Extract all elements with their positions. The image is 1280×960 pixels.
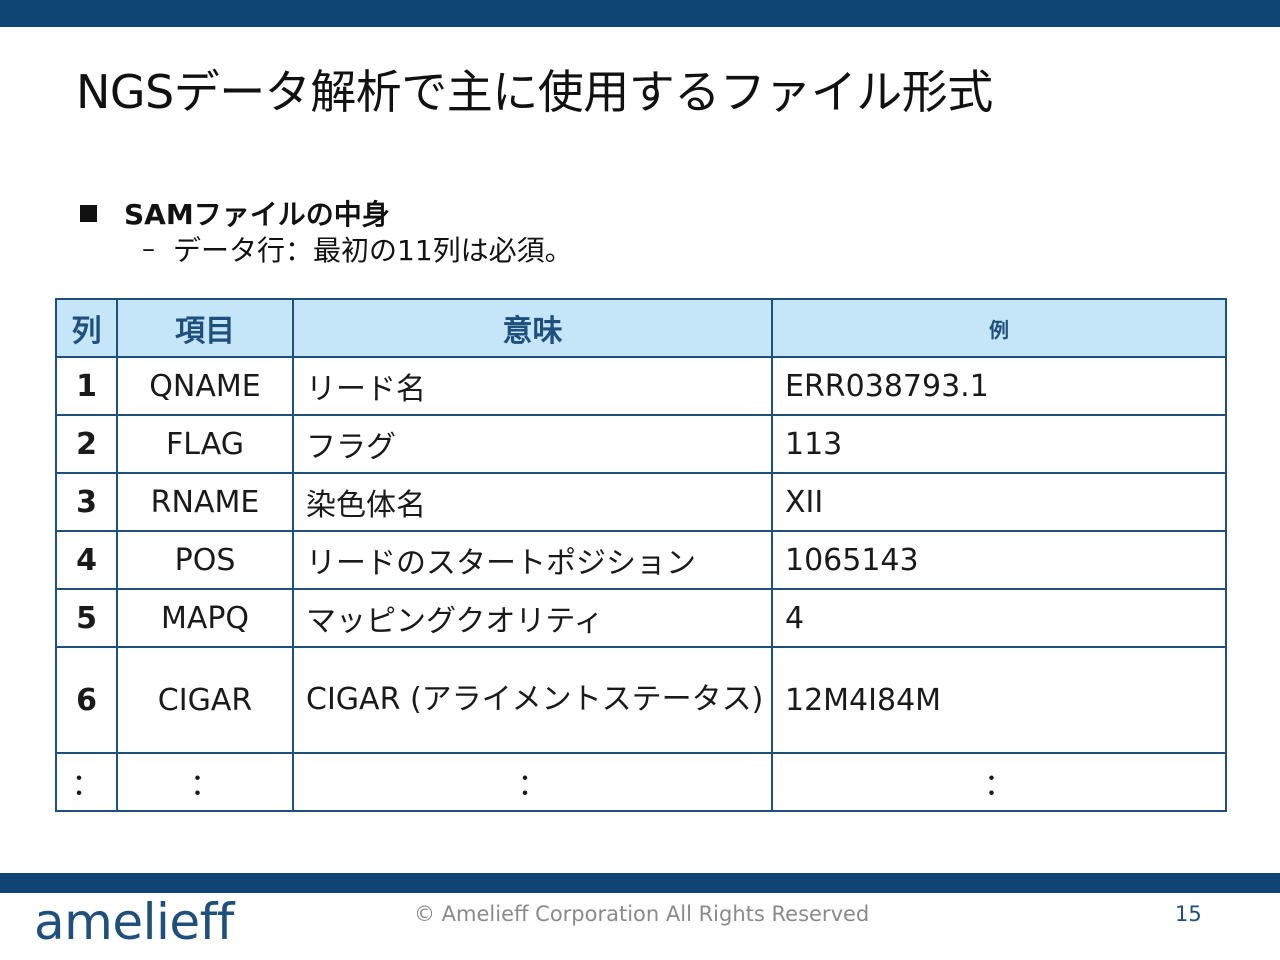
amelieff-logo: amelieff [34,893,234,951]
table-row: 4 POS リードのスタートポジション 1065143 [55,530,1227,590]
row-example: 4 [771,588,1227,648]
bullet-text: SAMファイルの中身 [124,198,390,231]
row-example: ERR038793.1 [771,356,1227,416]
row-example: 12M4I84M [771,646,1227,754]
row-number: 6 [55,646,118,754]
top-bar [0,0,1280,27]
row-number: 2 [55,414,118,474]
square-bullet-icon [80,204,97,222]
header-field: 項目 [116,298,294,358]
row-number: 4 [55,530,118,590]
sub-bullet-text: データ行：最初の11列は必須。 [173,234,573,267]
sub-bullet-item: – データ行：最初の11列は必須。 [142,229,573,269]
header-column: 列 [55,298,118,358]
row-example: ： [771,752,1227,812]
row-meaning: 染色体名 [292,472,773,532]
bullet-item: SAMファイルの中身 [80,193,390,233]
header-example: 例 [771,298,1227,358]
row-meaning: マッピングクオリティ [292,588,773,648]
table-row: 6 CIGAR CIGAR (アライメントステータス) 12M4I84M [55,646,1227,754]
row-example: 1065143 [771,530,1227,590]
table-row: 5 MAPQ マッピングクオリティ 4 [55,588,1227,648]
row-number: 3 [55,472,118,532]
row-field: CIGAR [116,646,294,754]
row-number: 1 [55,356,118,416]
table-header-row: 列 項目 意味 例 [55,298,1227,358]
row-field: MAPQ [116,588,294,648]
row-meaning: リードのスタートポジション [292,530,773,590]
bottom-bar [0,873,1280,893]
dash-bullet-icon: – [142,234,155,264]
slide-title: NGSデータ解析で主に使用するファイル形式 [76,65,993,119]
row-field: ： [116,752,294,812]
row-field: POS [116,530,294,590]
page-number: 15 [1175,902,1202,926]
row-number: ： [55,752,118,812]
row-field: FLAG [116,414,294,474]
row-meaning: ： [292,752,773,812]
header-meaning: 意味 [292,298,773,358]
table-row: 2 FLAG フラグ 113 [55,414,1227,474]
table-row: 1 QNAME リード名 ERR038793.1 [55,356,1227,416]
row-number: 5 [55,588,118,648]
row-meaning: フラグ [292,414,773,474]
row-field: RNAME [116,472,294,532]
table-row: 3 RNAME 染色体名 XII [55,472,1227,532]
row-meaning: CIGAR (アライメントステータス) [292,646,773,754]
row-example: 113 [771,414,1227,474]
row-example: XII [771,472,1227,532]
row-field: QNAME [116,356,294,416]
sam-columns-table: 列 項目 意味 例 1 QNAME リード名 ERR038793.1 2 FLA… [55,298,1227,812]
table-row-ellipsis: ： ： ： ： [55,752,1227,812]
row-meaning: リード名 [292,356,773,416]
copyright-notice: © Amelieff Corporation All Rights Reserv… [414,902,870,926]
